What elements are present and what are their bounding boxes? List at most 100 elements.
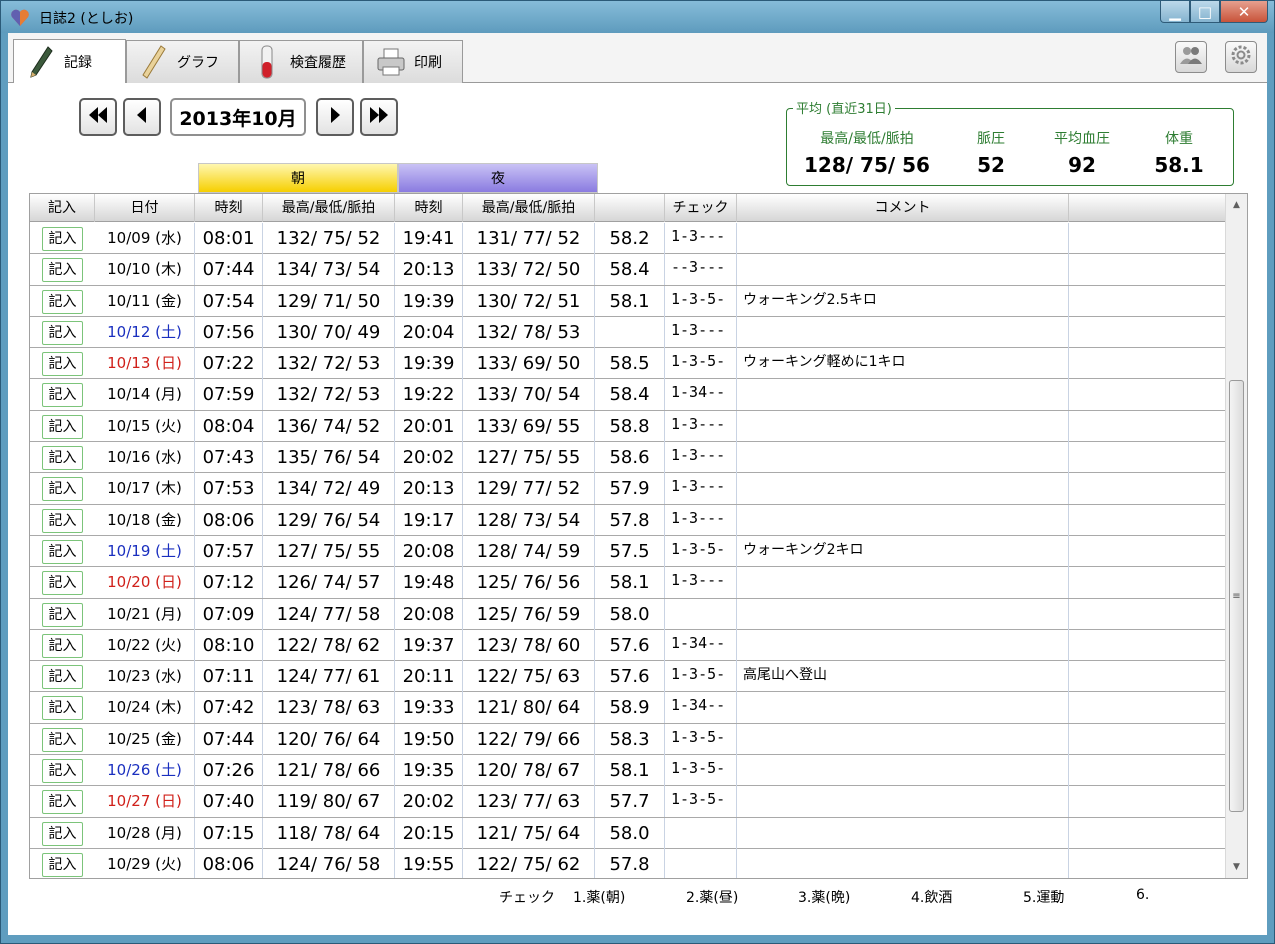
date-cell: 10/11 (金) [95,285,195,317]
record-entry-button[interactable]: 記入 [42,446,83,471]
check-cell [665,817,737,849]
col-time-pm: 時刻 [395,194,463,222]
table-row[interactable]: 記入 10/24 (木) 07:42 123/ 78/ 63 19:33 121/ 80/… [30,692,1225,724]
table-row[interactable]: 記入 10/25 (金) 07:44 120/ 76/ 64 19:50 122/ 79/… [30,723,1225,756]
table-row[interactable]: 記入 10/14 (月) 07:59 132/ 72/ 53 19:22 133/ 70/… [30,379,1225,411]
record-entry-button[interactable]: 記入 [42,665,83,690]
table-row[interactable]: 記入 10/28 (月) 07:15 118/ 78/ 64 20:15 121/ 75/… [30,817,1225,849]
comment-cell [737,442,1069,474]
tab-test-history-label: 検査履歴 [290,55,346,71]
table-row[interactable]: 記入 10/26 (土) 07:26 121/ 78/ 66 19:35 120/ 78/… [30,755,1225,787]
users-button[interactable] [1175,41,1207,73]
record-entry-button[interactable]: 記入 [42,539,83,564]
weight-cell: 58.8 [595,410,665,442]
average-pp-label: 脈圧 [977,131,1005,147]
table-row[interactable]: 記入 10/19 (土) 07:57 127/ 75/ 55 20:08 128/ 74/… [30,535,1225,568]
record-entry-button[interactable]: 記入 [42,852,83,877]
comment-cell [737,504,1069,536]
time-am-cell: 07:59 [195,379,263,411]
table-row[interactable]: 記入 10/11 (金) 07:54 129/ 71/ 50 19:39 130/ 72/… [30,285,1225,317]
record-entry-button[interactable]: 記入 [42,727,83,752]
tab-print[interactable]: 印刷 [363,40,463,83]
table-row[interactable]: 記入 10/09 (水) 08:01 132/ 75/ 52 19:41 131/ 77/… [30,223,1225,255]
grid-rows: 記入 10/09 (水) 08:01 132/ 75/ 52 19:41 131/ 77/… [30,223,1225,878]
record-entry-button[interactable]: 記入 [42,571,83,596]
table-row[interactable]: 記入 10/12 (土) 07:56 130/ 70/ 49 20:04 132/ 78/… [30,316,1225,349]
prev-year-button[interactable] [79,98,117,136]
client-area: 記録 グラフ 検査履歴 印刷 2013年10月 平均 (直近31日) 最高/最低… [8,33,1267,935]
gear-icon [1230,44,1252,70]
tab-graph-label: グラフ [177,55,219,71]
maximize-button[interactable]: □ [1190,1,1220,23]
col-time-am: 時刻 [195,194,263,222]
table-row[interactable]: 記入 10/22 (火) 08:10 122/ 78/ 62 19:37 123/ 78/… [30,629,1225,662]
record-entry-button[interactable]: 記入 [42,821,83,846]
record-entry-button[interactable]: 記入 [42,320,83,345]
table-row[interactable]: 記入 10/18 (金) 08:06 129/ 76/ 54 19:17 128/ 73/… [30,504,1225,536]
table-row[interactable]: 記入 10/16 (水) 07:43 135/ 76/ 54 20:02 127/ 75/… [30,442,1225,474]
table-row[interactable]: 記入 10/17 (木) 07:53 134/ 72/ 49 20:13 129/ 77/… [30,473,1225,505]
weight-cell: 57.6 [595,629,665,661]
record-entry-button[interactable]: 記入 [42,414,83,439]
extra-cell [1069,849,1225,878]
extra-cell [1069,379,1225,410]
record-entry-button[interactable]: 記入 [42,227,83,251]
extra-cell [1069,286,1225,317]
record-entry-button[interactable]: 記入 [42,477,83,502]
time-pm-cell: 19:48 [395,567,463,599]
record-entry-button[interactable]: 記入 [42,383,83,408]
table-row[interactable]: 記入 10/13 (日) 07:22 132/ 72/ 53 19:39 133/ 69/… [30,348,1225,380]
date-cell: 10/22 (火) [95,629,195,661]
record-entry-button[interactable]: 記入 [42,289,83,314]
weight-cell: 58.4 [595,379,665,411]
tab-test-history[interactable]: 検査履歴 [239,40,363,83]
scroll-up-icon[interactable]: ▲ [1226,196,1247,214]
tab-record[interactable]: 記録 [13,39,126,83]
prev-month-button[interactable] [123,98,161,136]
record-entry-button[interactable]: 記入 [42,258,83,283]
record-entry-button[interactable]: 記入 [42,352,83,377]
extra-cell [1069,536,1225,567]
scroll-thumb[interactable]: ≡ [1229,380,1244,812]
comment-cell [737,692,1069,724]
bp-pm-cell: 127/ 75/ 55 [463,442,595,474]
bp-pm-cell: 133/ 70/ 54 [463,379,595,411]
record-entry-button[interactable]: 記入 [42,759,83,784]
date-cell: 10/17 (木) [95,473,195,505]
record-entry-button[interactable]: 記入 [42,790,83,815]
close-button[interactable]: ✕ [1220,1,1268,23]
tab-graph[interactable]: グラフ [126,40,239,83]
scroll-down-icon[interactable]: ▼ [1226,858,1247,876]
check-cell: 1-3--- [665,223,737,254]
date-cell: 10/16 (水) [95,442,195,474]
table-row[interactable]: 記入 10/15 (火) 08:04 136/ 74/ 52 20:01 133/ 69/… [30,410,1225,443]
table-row[interactable]: 記入 10/20 (日) 07:12 126/ 74/ 57 19:48 125/ 76/… [30,567,1225,599]
bp-am-cell: 134/ 73/ 54 [263,254,395,286]
tab-strip: 記録 グラフ 検査履歴 印刷 [8,33,1267,83]
date-cell: 10/23 (水) [95,661,195,693]
comment-cell [737,598,1069,630]
next-month-button[interactable] [316,98,354,136]
time-am-cell: 07:15 [195,817,263,849]
table-row[interactable]: 記入 10/27 (日) 07:40 119/ 80/ 67 20:02 123/ 77/… [30,786,1225,818]
minimize-button[interactable]: ▁ [1160,1,1190,23]
record-entry-button[interactable]: 記入 [42,633,83,658]
record-entry-button[interactable]: 記入 [42,602,83,627]
next-year-button[interactable] [360,98,398,136]
table-row[interactable]: 記入 10/29 (火) 08:06 124/ 76/ 58 19:55 122/ 75/… [30,848,1225,878]
check-cell: --3--- [665,254,737,286]
record-entry-button[interactable]: 記入 [42,696,83,721]
check-cell: 1-34-- [665,379,737,411]
table-row[interactable]: 記入 10/23 (水) 07:11 124/ 77/ 61 20:11 122/ 75/… [30,661,1225,693]
extra-cell [1069,473,1225,504]
table-row[interactable]: 記入 10/21 (月) 07:09 124/ 77/ 58 20:08 125/ 76/… [30,598,1225,630]
vertical-scrollbar[interactable]: ▲ ≡ ▼ [1225,194,1247,878]
bp-am-cell: 129/ 71/ 50 [263,285,395,317]
settings-button[interactable] [1225,41,1257,73]
extra-cell [1069,661,1225,692]
table-row[interactable]: 記入 10/10 (木) 07:44 134/ 73/ 54 20:13 133/ 72/… [30,254,1225,286]
time-pm-cell: 20:02 [395,442,463,474]
grip-icon: ≡ [1232,590,1241,602]
grid-header: 記入 日付 時刻 最高/最低/脈拍 時刻 最高/最低/脈拍 チェック コメント [30,194,1225,222]
record-entry-button[interactable]: 記入 [42,508,83,533]
